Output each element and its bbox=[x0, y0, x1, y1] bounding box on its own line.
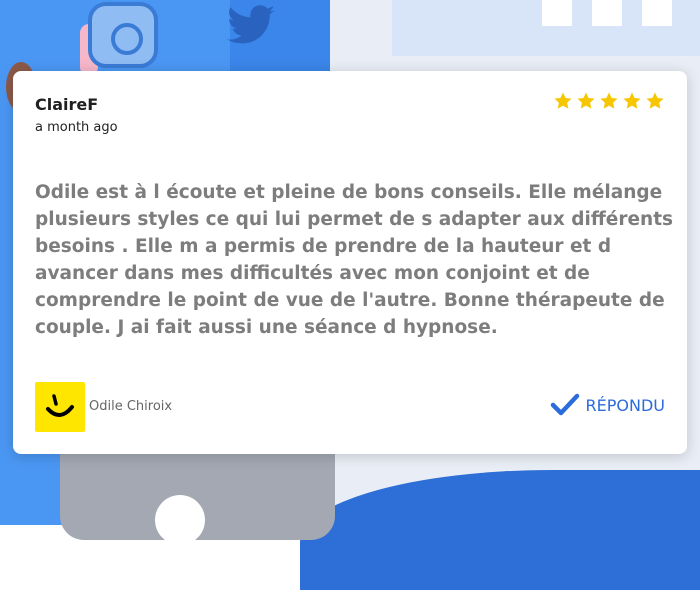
background-bar bbox=[642, 0, 672, 26]
twitter-icon bbox=[227, 5, 275, 44]
business-name: Odile Chiroix bbox=[89, 399, 173, 414]
star-rating bbox=[553, 91, 665, 111]
review-text: Odile est à l écoute et pleine de bons c… bbox=[35, 182, 674, 338]
instagram-icon bbox=[88, 2, 158, 68]
checkmark-icon bbox=[550, 393, 579, 416]
review-card: ClaireF a month ago Odile est à l écoute… bbox=[13, 71, 687, 454]
background-bar bbox=[592, 0, 622, 26]
review-author: ClaireF bbox=[35, 95, 99, 114]
star-icon bbox=[577, 92, 595, 109]
replied-status-label: RÉPONDU bbox=[585, 395, 665, 415]
star-icon bbox=[600, 92, 618, 109]
star-icon bbox=[623, 92, 641, 109]
star-icon bbox=[646, 92, 664, 109]
smiley-icon bbox=[35, 382, 85, 432]
review-date: a month ago bbox=[35, 120, 118, 135]
background-phone-button bbox=[155, 495, 205, 545]
replied-status: RÉPONDU bbox=[550, 393, 665, 417]
background-panel bbox=[392, 0, 700, 56]
star-icon bbox=[554, 92, 572, 109]
background-bar bbox=[542, 0, 572, 26]
